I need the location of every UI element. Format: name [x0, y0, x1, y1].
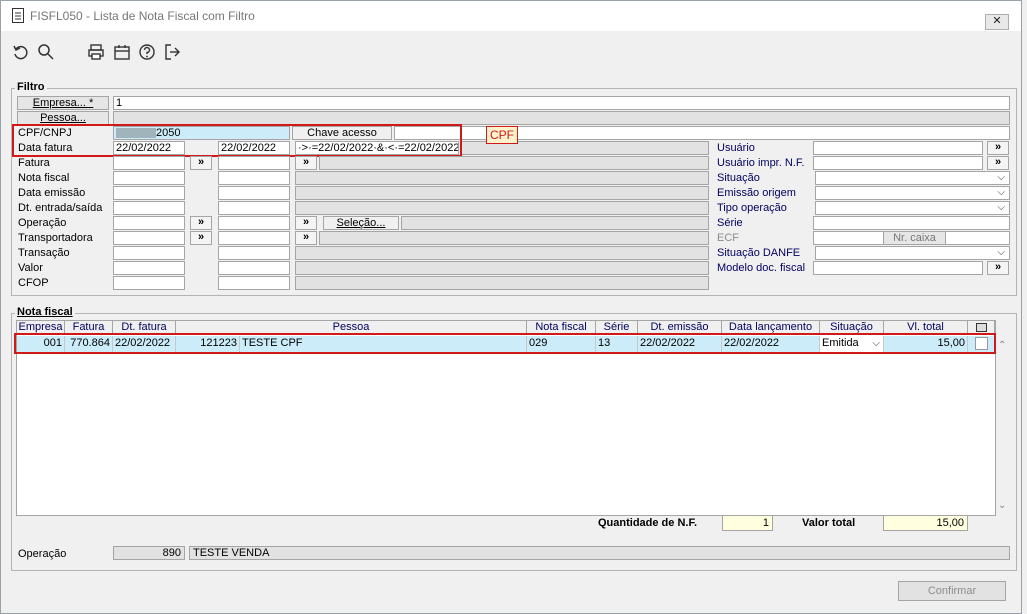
search-icon[interactable] — [37, 43, 55, 61]
chevron-down-icon: ⌵ — [997, 187, 1005, 198]
cpf-annotation: CPF — [486, 126, 518, 144]
tipo-operacao-select[interactable]: ⌵ — [815, 201, 1010, 215]
fatura-list-button[interactable]: » — [295, 156, 317, 170]
data-emissao-to[interactable] — [218, 186, 290, 200]
footer-operacao-desc: TESTE VENDA — [189, 546, 1010, 560]
transportadora-list — [319, 231, 709, 245]
dt-entrada-extra — [295, 201, 709, 215]
window-title: FISFL050 - Lista de Nota Fiscal com Filt… — [30, 9, 255, 23]
valor-total-value: 15,00 — [883, 515, 968, 531]
valor-to[interactable] — [218, 261, 290, 275]
usuario-label: Usuário — [717, 142, 755, 154]
dt-entrada-from[interactable] — [113, 201, 185, 215]
emissao-origem-label: Emissão origem — [717, 187, 796, 199]
usuario-impr-label: Usuário impr. N.F. — [717, 157, 805, 169]
valor-from[interactable] — [113, 261, 185, 275]
serie-label: Série — [717, 217, 743, 229]
transacao-from[interactable] — [113, 246, 185, 260]
transportadora-to[interactable] — [218, 231, 290, 245]
checkbox-icon — [975, 323, 987, 332]
pessoa-input — [113, 111, 1010, 125]
situacao-label: Situação — [717, 172, 760, 184]
calendar-icon[interactable] — [113, 43, 131, 61]
document-icon — [12, 8, 24, 23]
usuario-impr-arrow-button[interactable]: » — [987, 156, 1009, 170]
refresh-icon[interactable] — [12, 43, 30, 61]
serie-input[interactable] — [813, 216, 1010, 230]
dt-entrada-to[interactable] — [218, 201, 290, 215]
cfop-to[interactable] — [218, 276, 290, 290]
situacao-danfe-select[interactable]: ⌵ — [815, 246, 1010, 260]
usuario-impr-input[interactable] — [813, 156, 983, 170]
operacao-from[interactable] — [113, 216, 185, 230]
scroll-up-icon[interactable]: ⌃ — [998, 340, 1006, 351]
quantidade-label: Quantidade de N.F. — [598, 517, 698, 529]
row-highlight-box — [14, 333, 996, 354]
operacao-list-button[interactable]: » — [295, 216, 317, 230]
nota-fiscal-from[interactable] — [113, 171, 185, 185]
nota-fiscal-label: Nota fiscal — [18, 172, 70, 184]
chevron-down-icon: ⌵ — [997, 202, 1005, 213]
valor-extra — [295, 261, 709, 275]
situacao-select[interactable]: ⌵ — [815, 171, 1010, 185]
transportadora-label: Transportadora — [18, 232, 93, 244]
nota-fiscal-extra — [295, 171, 709, 185]
help-icon[interactable] — [138, 43, 156, 61]
fatura-label: Fatura — [18, 157, 50, 169]
transportadora-from[interactable] — [113, 231, 185, 245]
nota-fiscal-to[interactable] — [218, 171, 290, 185]
filtro-legend: Filtro — [15, 81, 47, 93]
cfop-label: CFOP — [18, 277, 49, 289]
emissao-origem-select[interactable]: ⌵ — [815, 186, 1010, 200]
nota-fiscal-legend: Nota fiscal — [15, 306, 75, 318]
tipo-operacao-label: Tipo operação — [717, 202, 787, 214]
transportadora-list-button[interactable]: » — [295, 231, 317, 245]
operacao-arrow-button[interactable]: » — [190, 216, 212, 230]
cpf-highlight-box — [12, 124, 462, 157]
nr-caixa-button[interactable]: Nr. caixa — [883, 231, 946, 245]
footer-operacao-label: Operação — [18, 548, 67, 560]
operacao-list — [401, 216, 709, 230]
transportadora-arrow-button[interactable]: » — [190, 231, 212, 245]
fatura-arrow-button[interactable]: » — [190, 156, 212, 170]
operacao-label: Operação — [18, 217, 67, 229]
valor-label: Valor — [18, 262, 43, 274]
fatura-from[interactable] — [113, 156, 185, 170]
modelo-doc-label: Modelo doc. fiscal — [717, 262, 806, 274]
situacao-danfe-label: Situação DANFE — [717, 247, 801, 259]
print-icon[interactable] — [87, 43, 105, 61]
empresa-input[interactable]: 1 — [113, 96, 1010, 110]
transacao-extra — [295, 246, 709, 260]
valor-total-label: Valor total — [802, 517, 856, 529]
selecao-button[interactable]: Seleção... — [323, 216, 399, 230]
data-emissao-extra — [295, 186, 709, 200]
operacao-to[interactable] — [218, 216, 290, 230]
transacao-to[interactable] — [218, 246, 290, 260]
footer-operacao-code: 890 — [113, 546, 185, 560]
fatura-list — [319, 156, 709, 170]
grid-scrollbar[interactable] — [996, 336, 1010, 516]
scroll-down-icon[interactable]: ⌄ — [998, 500, 1006, 511]
data-emissao-label: Data emissão — [18, 187, 86, 199]
confirmar-button[interactable]: Confirmar — [898, 581, 1006, 601]
pessoa-button[interactable]: Pessoa... — [17, 111, 109, 125]
modelo-doc-input[interactable] — [813, 261, 983, 275]
cfop-from[interactable] — [113, 276, 185, 290]
empresa-button[interactable]: Empresa... * — [17, 96, 109, 110]
quantidade-value: 1 — [722, 515, 773, 531]
ecf-label: ECF — [717, 232, 739, 244]
exit-icon[interactable] — [163, 43, 181, 61]
modelo-doc-arrow-button[interactable]: » — [987, 261, 1009, 275]
cfop-extra — [295, 276, 709, 290]
chevron-down-icon: ⌵ — [997, 172, 1005, 183]
usuario-input[interactable] — [813, 141, 983, 155]
chevron-down-icon: ⌵ — [997, 247, 1005, 258]
data-emissao-from[interactable] — [113, 186, 185, 200]
transacao-label: Transação — [18, 247, 70, 259]
fatura-to[interactable] — [218, 156, 290, 170]
dt-entrada-label: Dt. entrada/saída — [18, 202, 103, 214]
usuario-arrow-button[interactable]: » — [987, 141, 1009, 155]
close-button[interactable]: ✕ — [985, 14, 1009, 30]
